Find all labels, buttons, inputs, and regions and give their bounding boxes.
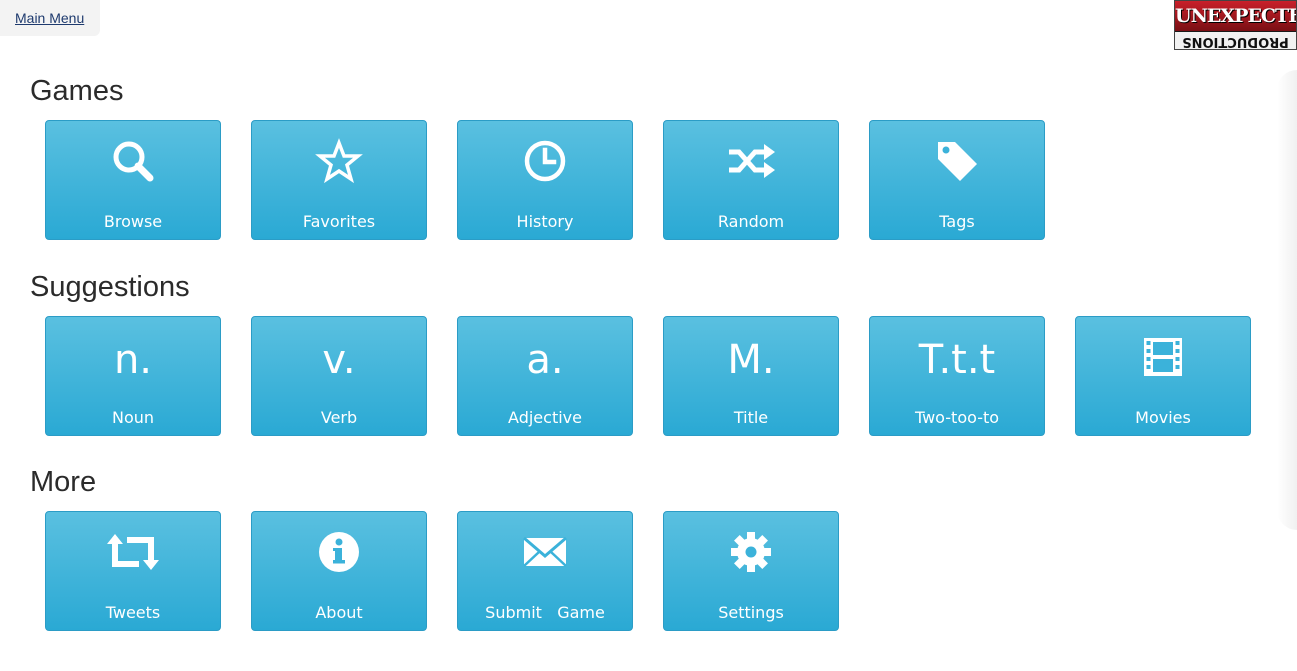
adjective-label: Adjective bbox=[508, 408, 582, 427]
logo-top-text: UNEXPECTED bbox=[1175, 1, 1296, 31]
verb-label: Verb bbox=[320, 408, 358, 427]
movies-button[interactable]: Movies bbox=[1075, 316, 1251, 436]
two-too-to-glyph: T.t.t bbox=[918, 337, 996, 383]
random-label: Random bbox=[717, 212, 785, 231]
info-icon bbox=[252, 528, 426, 576]
two-too-to-button[interactable]: T.t.t Two-too-to bbox=[869, 316, 1045, 436]
adjective-button[interactable]: a. Adjective bbox=[457, 316, 633, 436]
title-button[interactable]: M. Title bbox=[663, 316, 839, 436]
favorites-label: Favorites bbox=[302, 212, 376, 231]
noun-button[interactable]: n. Noun bbox=[45, 316, 221, 436]
clock-icon bbox=[458, 137, 632, 185]
retweet-icon bbox=[46, 528, 220, 576]
submit-game-label: Submit Game bbox=[485, 603, 605, 622]
noun-label: Noun bbox=[111, 408, 155, 427]
shuffle-icon bbox=[664, 137, 838, 185]
tags-label: Tags bbox=[939, 212, 975, 231]
gear-icon bbox=[664, 528, 838, 576]
settings-label: Settings bbox=[718, 603, 784, 622]
logo: UNEXPECTED PRODUCTIONS bbox=[1174, 0, 1297, 50]
history-button[interactable]: History bbox=[457, 120, 633, 240]
title-glyph: M. bbox=[727, 337, 775, 383]
film-icon bbox=[1076, 333, 1250, 381]
tweets-button[interactable]: Tweets bbox=[45, 511, 221, 631]
tag-icon bbox=[870, 137, 1044, 185]
noun-glyph: n. bbox=[113, 337, 153, 383]
title-label: Title bbox=[733, 408, 769, 427]
random-button[interactable]: Random bbox=[663, 120, 839, 240]
main-menu-link[interactable]: Main Menu bbox=[0, 0, 100, 36]
favorites-button[interactable]: Favorites bbox=[251, 120, 427, 240]
two-too-to-label: Two-too-to bbox=[914, 408, 1000, 427]
page: Main Menu UNEXPECTED PRODUCTIONS Games B… bbox=[0, 0, 1297, 671]
about-button[interactable]: About bbox=[251, 511, 427, 631]
star-icon bbox=[252, 137, 426, 185]
browse-label: Browse bbox=[103, 212, 163, 231]
section-title-more: More bbox=[30, 466, 97, 498]
section-title-games: Games bbox=[30, 75, 124, 107]
logo-bottom-text: PRODUCTIONS bbox=[1175, 32, 1296, 49]
settings-button[interactable]: Settings bbox=[663, 511, 839, 631]
envelope-icon bbox=[458, 528, 632, 576]
side-panel-edge bbox=[1277, 70, 1297, 530]
tags-button[interactable]: Tags bbox=[869, 120, 1045, 240]
section-title-suggestions: Suggestions bbox=[30, 271, 190, 303]
submit-game-button[interactable]: Submit Game bbox=[457, 511, 633, 631]
movies-label: Movies bbox=[1135, 408, 1191, 427]
browse-button[interactable]: Browse bbox=[45, 120, 221, 240]
tweets-label: Tweets bbox=[105, 603, 161, 622]
history-label: History bbox=[516, 212, 574, 231]
verb-glyph: v. bbox=[322, 337, 356, 383]
search-icon bbox=[46, 137, 220, 185]
adjective-glyph: a. bbox=[526, 337, 564, 383]
verb-button[interactable]: v. Verb bbox=[251, 316, 427, 436]
about-label: About bbox=[315, 603, 363, 622]
